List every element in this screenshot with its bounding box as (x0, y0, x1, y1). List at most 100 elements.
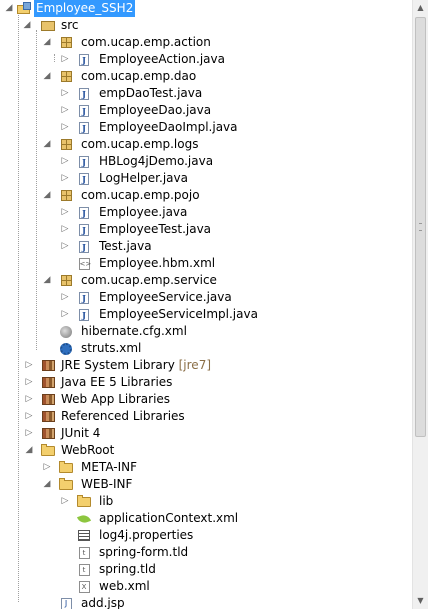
file-label: LogHelper.java (99, 171, 188, 185)
properties-file-icon (76, 527, 92, 544)
collapse-arrow-icon[interactable]: ◢ (22, 17, 32, 34)
library-icon (40, 374, 56, 391)
folder-label: META-INF (81, 460, 138, 474)
java-file-icon: J (76, 119, 92, 136)
tree-guide (18, 12, 19, 602)
expand-arrow-icon[interactable]: ▷ (60, 238, 70, 255)
expand-arrow-icon[interactable]: ▷ (60, 289, 70, 306)
expand-arrow-icon[interactable]: ▷ (60, 221, 70, 238)
scroll-up-arrow-icon[interactable]: ▲ (413, 0, 428, 16)
scrollbar-thumb[interactable] (415, 17, 426, 437)
java-file-icon: J (76, 102, 92, 119)
package-icon (58, 272, 74, 289)
java-file-icon: J (76, 204, 92, 221)
file-label: applicationContext.xml (99, 511, 239, 525)
expand-arrow-icon[interactable]: ▷ (60, 306, 70, 323)
library-label: Java EE 5 Libraries (61, 375, 173, 389)
package-icon (58, 34, 74, 51)
file-label: EmployeeTest.java (99, 222, 212, 236)
source-folder-icon (40, 17, 56, 34)
folder-icon (40, 442, 56, 459)
expand-arrow-icon[interactable]: ▷ (24, 374, 34, 391)
java-file-icon: J (76, 153, 92, 170)
folder-label: WebRoot (61, 443, 115, 457)
expand-arrow-icon[interactable]: ▷ (24, 425, 34, 442)
file-label: Employee.java (99, 205, 188, 219)
scroll-down-arrow-icon[interactable]: ▼ (413, 593, 428, 609)
file-label: log4j.properties (99, 528, 194, 542)
folder-label: WEB-INF (81, 477, 133, 491)
package-label: com.ucap.emp.action (81, 35, 211, 49)
file-label: EmployeeService.java (99, 290, 232, 304)
tld-file-icon: t (76, 544, 92, 561)
package-label: com.ucap.emp.service (81, 273, 217, 287)
collapse-arrow-icon[interactable]: ◢ (4, 0, 14, 17)
library-label: JRE System Library [jre7] (61, 357, 211, 374)
file-label: struts.xml (81, 341, 142, 355)
tld-file-icon: t (76, 561, 92, 578)
expand-arrow-icon[interactable]: ▷ (60, 170, 70, 187)
java-file-icon: J (76, 289, 92, 306)
file-label: spring.tld (99, 562, 156, 576)
project-label: Employee_SSH2 (34, 0, 136, 17)
library-icon (40, 408, 56, 425)
package-icon (58, 136, 74, 153)
collapse-arrow-icon[interactable]: ◢ (42, 34, 52, 51)
xml-file-icon: X (76, 578, 92, 595)
expand-arrow-icon[interactable]: ▷ (24, 408, 34, 425)
spring-leaf-icon (76, 510, 92, 527)
file-label: Test.java (99, 239, 152, 253)
expand-arrow-icon[interactable]: ▷ (60, 119, 70, 136)
java-file-icon: J (76, 170, 92, 187)
expand-arrow-icon[interactable]: ▷ (42, 459, 52, 476)
file-label: EmployeeServiceImpl.java (99, 307, 258, 321)
hibernate-icon (58, 323, 74, 340)
expand-arrow-icon[interactable]: ▷ (60, 102, 70, 119)
scrollbar-grip-icon (419, 223, 422, 231)
collapse-arrow-icon[interactable]: ◢ (42, 68, 52, 85)
library-label: JUnit 4 (61, 426, 101, 440)
expand-arrow-icon[interactable]: ▷ (60, 85, 70, 102)
folder-icon (58, 459, 74, 476)
file-label: Employee.hbm.xml (99, 256, 216, 270)
file-label: spring-form.tld (99, 545, 189, 559)
package-icon (58, 68, 74, 85)
library-name: JRE System Library (61, 358, 175, 372)
java-file-icon: J (76, 51, 92, 68)
file-label: add.jsp (81, 596, 125, 609)
java-web-project-icon (16, 0, 32, 17)
expand-arrow-icon[interactable]: ▷ (60, 51, 70, 68)
collapse-arrow-icon[interactable]: ◢ (42, 476, 52, 493)
collapse-arrow-icon[interactable]: ◢ (42, 272, 52, 289)
java-file-icon: J (76, 221, 92, 238)
folder-icon (76, 493, 92, 510)
vertical-scrollbar[interactable]: ▲ ▼ (412, 0, 428, 609)
java-file-icon: J (76, 238, 92, 255)
file-label: hibernate.cfg.xml (81, 324, 187, 338)
java-file-icon: J (76, 85, 92, 102)
tree-guide (54, 54, 55, 62)
folder-icon (58, 476, 74, 493)
folder-label: lib (99, 494, 114, 508)
library-label: Web App Libraries (61, 392, 171, 406)
collapse-arrow-icon[interactable]: ◢ (24, 442, 34, 459)
expand-arrow-icon[interactable]: ▷ (60, 153, 70, 170)
src-label: src (61, 18, 79, 32)
library-label: Referenced Libraries (61, 409, 185, 423)
jre-version-decoration: [jre7] (178, 358, 212, 372)
library-icon (40, 425, 56, 442)
expand-arrow-icon[interactable]: ▷ (60, 204, 70, 221)
expand-arrow-icon[interactable]: ▷ (24, 357, 34, 374)
package-icon (58, 187, 74, 204)
library-icon (40, 391, 56, 408)
collapse-arrow-icon[interactable]: ◢ (42, 187, 52, 204)
library-icon (40, 357, 56, 374)
package-label: com.ucap.emp.logs (81, 137, 199, 151)
expand-arrow-icon[interactable]: ▷ (60, 493, 70, 510)
expand-arrow-icon[interactable]: ▷ (24, 391, 34, 408)
jsp-file-icon: J (58, 595, 74, 609)
collapse-arrow-icon[interactable]: ◢ (42, 136, 52, 153)
file-label: HBLog4jDemo.java (99, 154, 214, 168)
file-label: EmployeeAction.java (99, 52, 225, 66)
project-explorer-tree: ◢ Employee_SSH2 ◢ src ◢ com.ucap.emp.act… (0, 0, 412, 609)
